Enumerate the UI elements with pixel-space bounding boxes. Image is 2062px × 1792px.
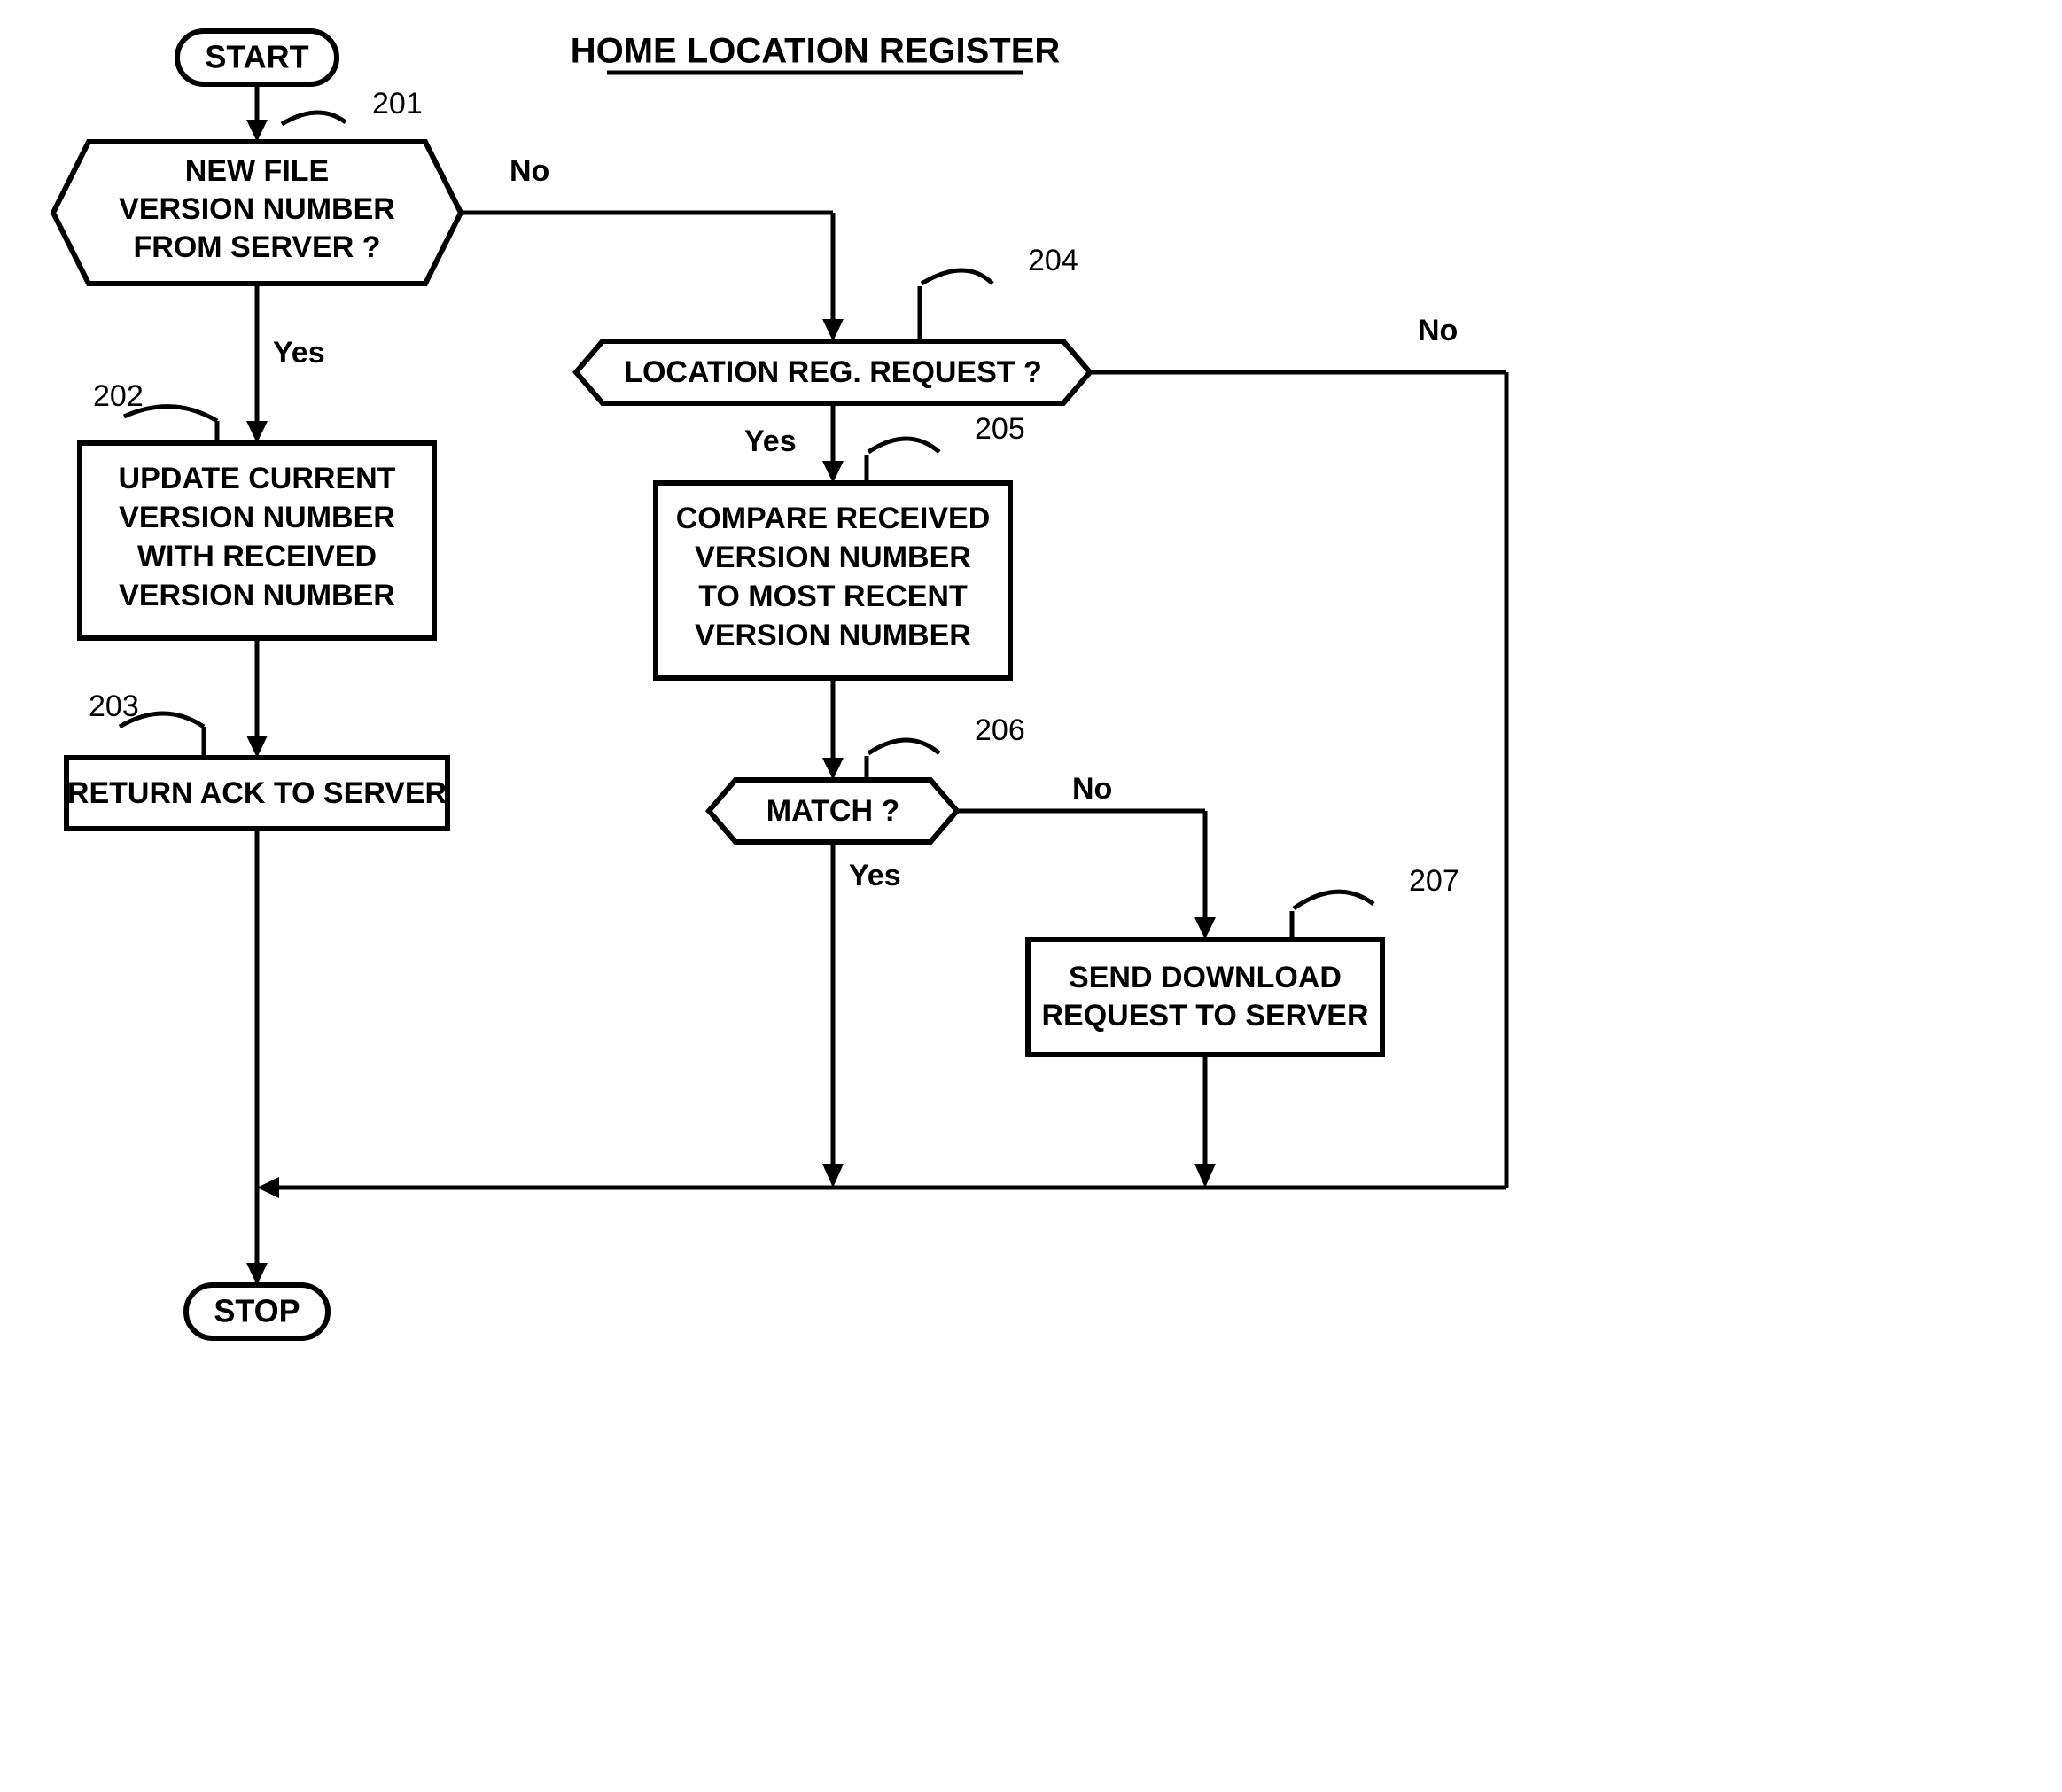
ref-204: 204 [922,244,1078,284]
n207-line0: SEND DOWNLOAD [1069,961,1342,994]
svg-text:No: No [1418,314,1458,347]
start-label: START [205,39,308,75]
svg-text:Yes: Yes [273,336,325,370]
n203-line0: RETURN ACK TO SERVER [67,776,447,810]
svg-text:202: 202 [93,379,144,413]
ref-203: 203 [89,690,204,727]
ref-207: 207 [1294,864,1459,908]
diagram-title: HOME LOCATION REGISTER [571,32,1061,71]
n205-line0: COMPARE RECEIVED [676,502,991,535]
start-terminal: START [177,31,337,84]
process-202: UPDATE CURRENT VERSION NUMBER WITH RECEI… [80,443,434,638]
n201-line1: VERSION NUMBER [119,192,395,226]
ref-205: 205 [868,412,1025,452]
arrow-start-201 [246,84,268,142]
stop-terminal: STOP [186,1285,328,1338]
flowchart-svg: HOME LOCATION REGISTER START NEW FILE VE… [18,18,1560,1365]
ref-206: 206 [868,713,1025,753]
svg-text:205: 205 [975,412,1025,446]
decision-206: MATCH ? [709,780,957,842]
svg-text:207: 207 [1409,864,1459,898]
svg-text:201: 201 [372,87,423,121]
n204-line0: LOCATION REG. REQUEST ? [624,355,1042,389]
n202-line2: WITH RECEIVED [137,540,377,573]
n201-line0: NEW FILE [185,154,329,188]
n202-line0: UPDATE CURRENT [119,462,396,495]
n205-line3: VERSION NUMBER [695,619,971,652]
n202-line3: VERSION NUMBER [119,579,395,612]
arrow-206-yes: Yes [822,842,901,1188]
decision-201: NEW FILE VERSION NUMBER FROM SERVER ? [53,142,461,284]
n205-line1: VERSION NUMBER [695,541,971,574]
arrow-201-yes: Yes [246,284,325,443]
svg-text:203: 203 [89,690,139,723]
arrow-202-203 [246,638,268,758]
process-207: SEND DOWNLOAD REQUEST TO SERVER [1028,939,1382,1055]
arrow-201-no: No [461,154,844,341]
stop-label: STOP [214,1293,300,1329]
n206-line0: MATCH ? [766,794,899,828]
n201-line2: FROM SERVER ? [134,230,381,264]
arrow-206-no: No [957,772,1216,939]
arrow-203-stop [246,829,268,1285]
n202-line1: VERSION NUMBER [119,501,395,534]
ref-202: 202 [93,379,217,421]
svg-text:206: 206 [975,713,1025,747]
arrow-207-merge [1194,1055,1216,1188]
arrow-205-206 [822,678,844,780]
n205-line2: TO MOST RECENT [698,580,968,613]
arrow-204-yes: Yes [744,403,844,483]
decision-204: LOCATION REG. REQUEST ? [576,341,1090,403]
svg-text:Yes: Yes [849,859,901,892]
svg-text:No: No [510,154,549,188]
ref-201: 201 [282,87,423,124]
svg-text:204: 204 [1028,244,1078,277]
process-205: COMPARE RECEIVED VERSION NUMBER TO MOST … [656,483,1010,678]
svg-text:Yes: Yes [744,425,797,458]
svg-text:No: No [1072,772,1112,806]
n207-line1: REQUEST TO SERVER [1041,999,1368,1032]
process-203: RETURN ACK TO SERVER [66,758,447,829]
